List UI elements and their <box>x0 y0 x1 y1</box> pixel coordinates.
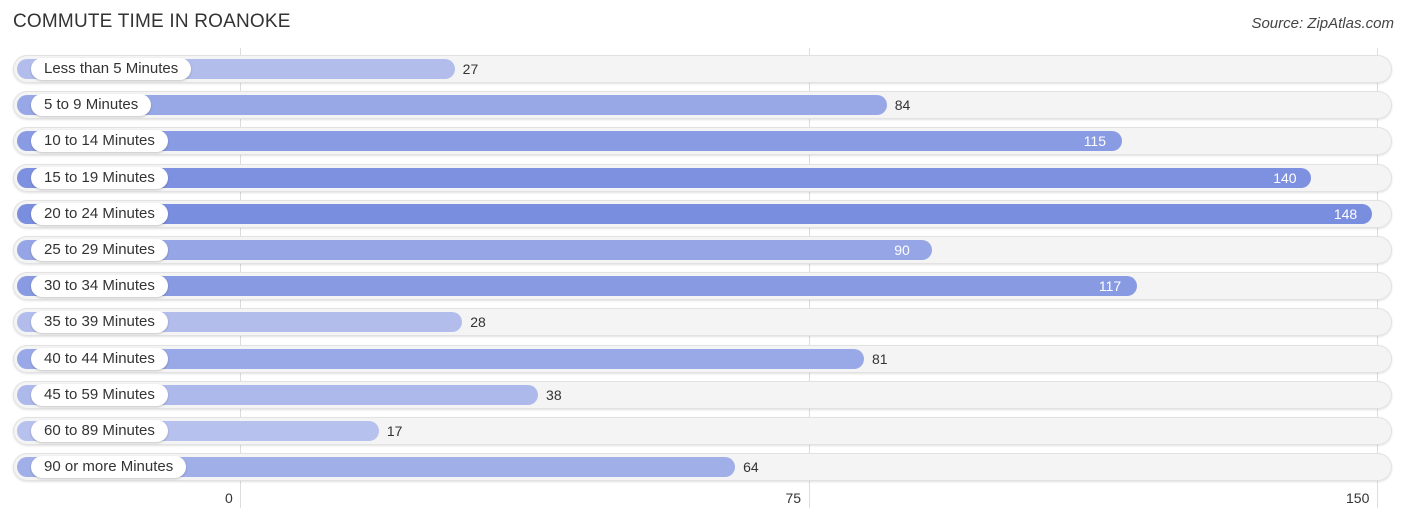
value-label: 28 <box>470 314 486 331</box>
value-label: 38 <box>546 386 562 403</box>
category-label: 40 to 44 Minutes <box>31 347 168 370</box>
x-tick-label: 0 <box>225 490 233 506</box>
value-label: 90 <box>894 242 910 258</box>
value-label: 117 <box>1098 278 1122 295</box>
category-label: 15 to 19 Minutes <box>31 166 168 189</box>
category-label: 35 to 39 Minutes <box>31 311 168 334</box>
bar <box>17 203 1372 224</box>
category-label: 45 to 59 Minutes <box>31 383 168 406</box>
value-label: 115 <box>1083 133 1107 150</box>
category-label: 25 to 29 Minutes <box>31 239 168 261</box>
category-label: 30 to 34 Minutes <box>31 275 168 298</box>
category-label: 5 to 9 Minutes <box>31 94 152 117</box>
value-label: 27 <box>462 61 479 77</box>
bar <box>17 167 1312 188</box>
value-label: 148 <box>1333 205 1358 222</box>
chart-root: COMMUTE TIME IN ROANOKE Source: ZipAtlas… <box>0 0 1406 523</box>
value-label: 64 <box>743 459 759 476</box>
bar <box>17 276 1137 297</box>
value-label: 84 <box>894 97 911 114</box>
category-label: 90 or more Minutes <box>31 456 187 479</box>
x-tick-label: 75 <box>785 490 802 506</box>
value-label: 17 <box>386 423 403 439</box>
category-label: 60 to 89 Minutes <box>31 420 168 442</box>
category-label: 20 to 24 Minutes <box>31 202 168 225</box>
category-label: 10 to 14 Minutes <box>31 130 168 153</box>
chart-title: COMMUTE TIME IN ROANOKE <box>13 11 291 32</box>
value-label: 81 <box>871 350 888 367</box>
bar <box>17 131 1122 152</box>
chart-source: Source: ZipAtlas.com <box>1251 15 1394 32</box>
value-label: 140 <box>1273 169 1297 186</box>
x-tick-label: 150 <box>1346 490 1370 506</box>
category-label: Less than 5 Minutes <box>31 58 192 80</box>
